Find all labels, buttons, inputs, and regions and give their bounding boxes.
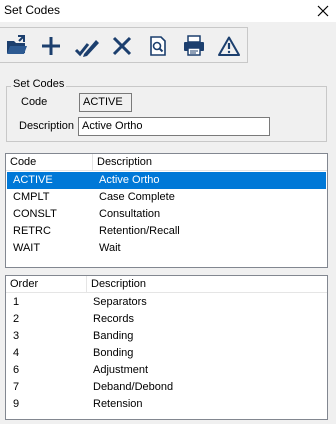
add-button[interactable] — [37, 32, 65, 60]
toolbar — [0, 27, 248, 63]
order-cell: 3 — [13, 330, 20, 342]
description-cell: Banding — [93, 330, 134, 342]
printer-icon — [184, 35, 204, 56]
order-cell: 7 — [13, 381, 20, 393]
description-label: Description — [19, 120, 75, 132]
column-header-description[interactable]: Description — [93, 154, 326, 171]
title-bar: Set Codes — [0, 0, 336, 22]
description-cell: Bonding — [93, 347, 134, 359]
table-row[interactable]: 2 Records — [7, 311, 326, 328]
description-cell: Adjustment — [93, 364, 149, 376]
delete-button[interactable] — [108, 32, 136, 60]
column-header-code[interactable]: Code — [6, 154, 93, 171]
table-row[interactable]: 4 Bonding — [7, 345, 326, 362]
table-row[interactable]: 9 Retension — [7, 396, 326, 413]
table-row[interactable]: CONSLT Consultation — [7, 206, 326, 223]
description-cell: Retention/Recall — [99, 225, 180, 237]
description-field[interactable]: Active Ortho — [78, 117, 270, 136]
preview-icon — [150, 36, 166, 56]
code-cell: RETRC — [13, 225, 51, 237]
warning-icon — [218, 36, 240, 56]
alert-button[interactable] — [215, 32, 243, 60]
open-folder-icon — [7, 35, 27, 54]
description-cell: Separators — [93, 296, 147, 308]
edit-check-icon — [74, 40, 99, 57]
window-title: Set Codes — [4, 3, 61, 17]
codes-list[interactable]: Code Description ACTIVE Active Ortho CMP… — [5, 153, 328, 268]
order-list[interactable]: Order Description 1 Separators 2 Records… — [5, 275, 328, 420]
code-field[interactable]: ACTIVE — [79, 93, 132, 112]
code-cell: ACTIVE — [13, 174, 53, 186]
code-cell: CONSLT — [13, 208, 57, 220]
description-cell: Wait — [99, 242, 121, 254]
description-cell: Case Complete — [99, 191, 175, 203]
preview-button[interactable] — [144, 32, 172, 60]
table-row[interactable]: CMPLT Case Complete — [7, 189, 326, 206]
order-cell: 4 — [13, 347, 20, 359]
description-cell: Retension — [93, 398, 143, 410]
close-button[interactable] — [310, 0, 336, 22]
close-icon — [317, 5, 329, 17]
table-row[interactable]: 1 Separators — [7, 294, 326, 311]
table-row[interactable]: 6 Adjustment — [7, 362, 326, 379]
code-cell: CMPLT — [13, 191, 50, 203]
table-row[interactable]: WAIT Wait — [7, 240, 326, 257]
print-button[interactable] — [180, 32, 208, 60]
order-cell: 1 — [13, 296, 20, 308]
table-row[interactable]: ACTIVE Active Ortho — [7, 172, 326, 189]
open-button[interactable] — [3, 32, 31, 60]
delete-x-icon — [112, 36, 132, 56]
table-row[interactable]: 7 Deband/Debond — [7, 379, 326, 396]
order-cell: 6 — [13, 364, 20, 376]
order-list-header: Order Description — [6, 276, 327, 293]
column-header-description[interactable]: Description — [87, 276, 326, 293]
codes-list-header: Code Description — [6, 154, 327, 171]
description-cell: Records — [93, 313, 134, 325]
plus-icon — [42, 37, 60, 55]
order-cell: 9 — [13, 398, 20, 410]
column-header-order[interactable]: Order — [6, 276, 87, 293]
code-cell: WAIT — [13, 242, 41, 254]
table-row[interactable]: 3 Banding — [7, 328, 326, 345]
description-cell: Deband/Debond — [93, 381, 174, 393]
group-legend: Set Codes — [11, 78, 67, 90]
edit-button[interactable] — [73, 32, 101, 60]
description-cell: Consultation — [99, 208, 161, 220]
table-row[interactable]: RETRC Retention/Recall — [7, 223, 326, 240]
order-cell: 2 — [13, 313, 20, 325]
code-label: Code — [21, 96, 48, 108]
description-cell: Active Ortho — [99, 174, 160, 186]
